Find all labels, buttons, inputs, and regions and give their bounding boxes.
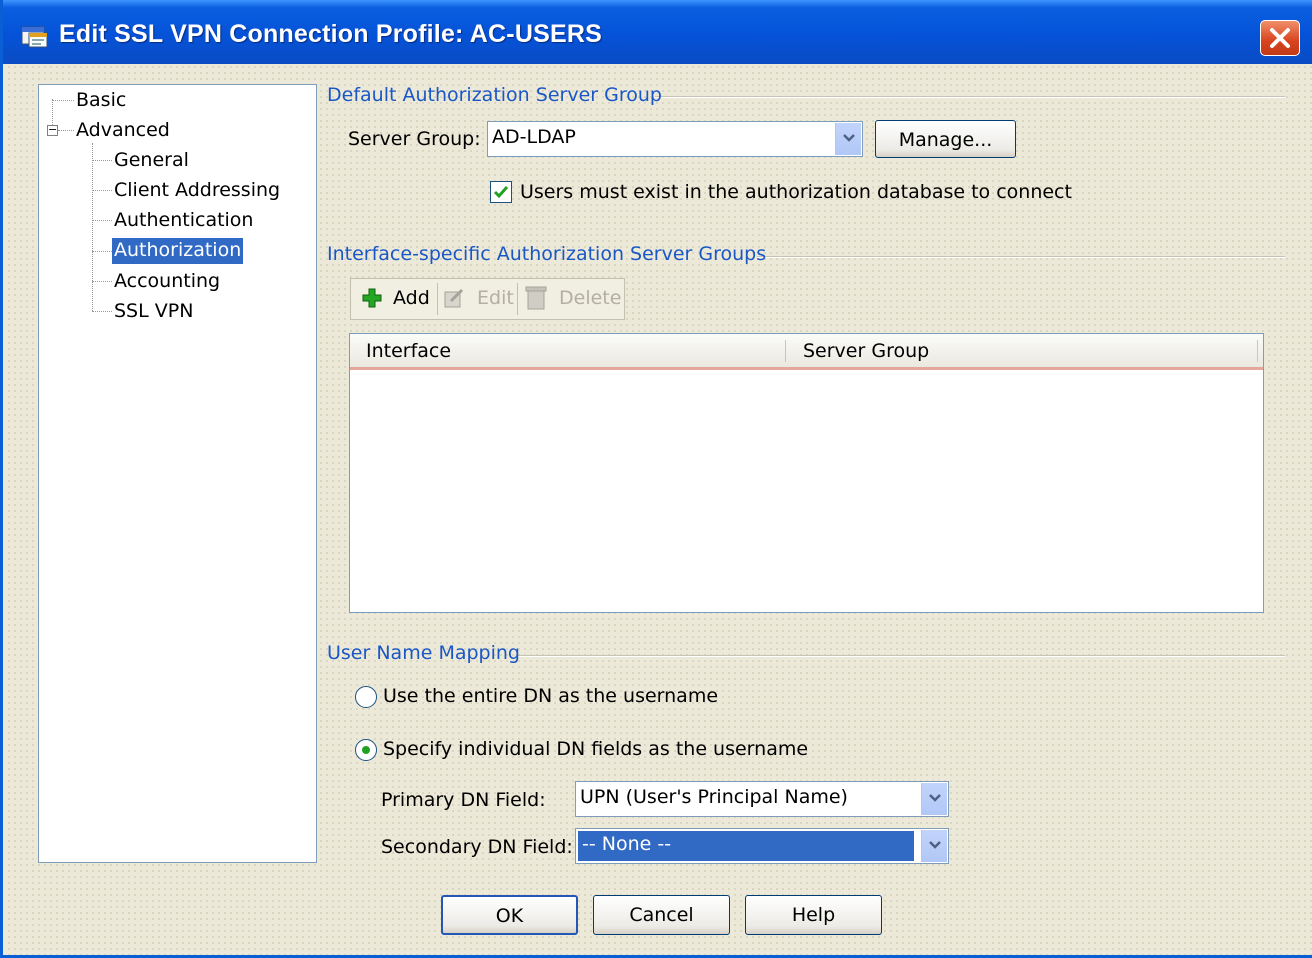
secondary-dn-value: -- None -- bbox=[582, 833, 672, 855]
manage-button-label: Manage... bbox=[898, 129, 993, 151]
toolbar-separator bbox=[437, 283, 438, 315]
must-exist-label: Users must exist in the authorization da… bbox=[520, 181, 1072, 203]
help-button-label: Help bbox=[791, 904, 836, 926]
tree-connector bbox=[52, 100, 74, 101]
ok-button-label: OK bbox=[495, 905, 524, 927]
dropdown-arrow[interactable] bbox=[921, 783, 947, 815]
tree-item-authorization[interactable]: Authorization bbox=[112, 238, 244, 264]
user-name-mapping-section-title: User Name Mapping bbox=[327, 642, 520, 664]
must-exist-checkbox[interactable] bbox=[490, 181, 512, 203]
column-divider[interactable] bbox=[1257, 340, 1258, 362]
close-button[interactable] bbox=[1260, 20, 1300, 56]
table-header: Interface Server Group bbox=[350, 334, 1263, 370]
add-icon bbox=[362, 288, 382, 308]
server-group-value: AD-LDAP bbox=[492, 126, 576, 148]
radio-selected-dot bbox=[362, 746, 370, 754]
individual-dn-radio[interactable] bbox=[355, 739, 377, 761]
dropdown-arrow[interactable] bbox=[835, 123, 861, 155]
tree-item-general[interactable]: General bbox=[112, 148, 191, 174]
trash-icon bbox=[525, 286, 547, 310]
window-title: Edit SSL VPN Connection Profile: AC-USER… bbox=[59, 20, 602, 48]
column-header-interface[interactable]: Interface bbox=[366, 340, 451, 362]
cancel-button-label: Cancel bbox=[629, 904, 694, 926]
section-divider bbox=[655, 96, 1285, 98]
dialog-window: Edit SSL VPN Connection Profile: AC-USER… bbox=[0, 0, 1312, 958]
entire-dn-label: Use the entire DN as the username bbox=[383, 685, 719, 707]
ok-button[interactable]: OK bbox=[441, 895, 578, 935]
manage-button[interactable]: Manage... bbox=[875, 120, 1016, 158]
interface-server-group-table[interactable]: Interface Server Group bbox=[349, 333, 1264, 613]
tree-connector bbox=[58, 130, 74, 131]
chevron-down-icon bbox=[843, 134, 855, 142]
tree-connector bbox=[92, 220, 112, 221]
tree-item-authentication[interactable]: Authentication bbox=[112, 208, 255, 234]
tree-connector bbox=[92, 251, 112, 252]
delete-label: Delete bbox=[559, 287, 622, 309]
tree-item-accounting[interactable]: Accounting bbox=[112, 269, 222, 295]
primary-dn-select[interactable]: UPN (User's Principal Name) bbox=[575, 781, 949, 817]
section-divider bbox=[517, 655, 1285, 657]
tree-item-advanced[interactable]: Advanced bbox=[74, 118, 172, 144]
entire-dn-radio[interactable] bbox=[355, 686, 377, 708]
chevron-down-icon bbox=[929, 841, 941, 849]
individual-dn-label: Specify individual DN fields as the user… bbox=[383, 738, 809, 760]
cancel-button[interactable]: Cancel bbox=[593, 895, 730, 935]
tree-item-basic[interactable]: Basic bbox=[74, 88, 128, 114]
close-icon bbox=[1270, 28, 1290, 48]
add-label: Add bbox=[393, 287, 430, 309]
interface-auth-section-title: Interface-specific Authorization Server … bbox=[327, 243, 767, 265]
server-group-select[interactable]: AD-LDAP bbox=[487, 121, 863, 157]
tree-connector bbox=[52, 99, 53, 125]
collapse-toggle-icon[interactable]: − bbox=[47, 124, 58, 136]
primary-dn-value: UPN (User's Principal Name) bbox=[580, 786, 848, 808]
checkmark-icon bbox=[493, 186, 509, 199]
app-window-icon bbox=[21, 26, 48, 48]
tree-connector bbox=[92, 160, 112, 161]
edit-icon bbox=[444, 288, 464, 308]
tree-connector bbox=[92, 143, 93, 311]
tree-connector bbox=[92, 311, 112, 312]
tree-connector bbox=[92, 190, 112, 191]
tree-item-client-addressing[interactable]: Client Addressing bbox=[112, 178, 282, 204]
secondary-dn-select[interactable]: -- None -- bbox=[575, 828, 949, 864]
interface-toolbar: Add Edit Delete bbox=[350, 278, 625, 320]
server-group-label: Server Group: bbox=[348, 128, 481, 150]
tree-connector bbox=[92, 281, 112, 282]
section-divider bbox=[757, 256, 1285, 258]
chevron-down-icon bbox=[929, 794, 941, 802]
dropdown-arrow[interactable] bbox=[921, 830, 947, 862]
tree-item-ssl-vpn[interactable]: SSL VPN bbox=[112, 299, 195, 325]
column-divider[interactable] bbox=[785, 340, 786, 362]
column-header-server-group[interactable]: Server Group bbox=[803, 340, 929, 362]
navigation-tree[interactable]: − Basic Advanced General Client Addressi… bbox=[38, 84, 317, 863]
help-button[interactable]: Help bbox=[745, 895, 882, 935]
primary-dn-label: Primary DN Field: bbox=[381, 789, 546, 811]
default-auth-section-title: Default Authorization Server Group bbox=[327, 84, 662, 106]
title-bar[interactable]: Edit SSL VPN Connection Profile: AC-USER… bbox=[3, 0, 1312, 64]
secondary-dn-label: Secondary DN Field: bbox=[381, 836, 573, 858]
edit-label: Edit bbox=[477, 287, 514, 309]
toolbar-separator bbox=[517, 283, 518, 315]
